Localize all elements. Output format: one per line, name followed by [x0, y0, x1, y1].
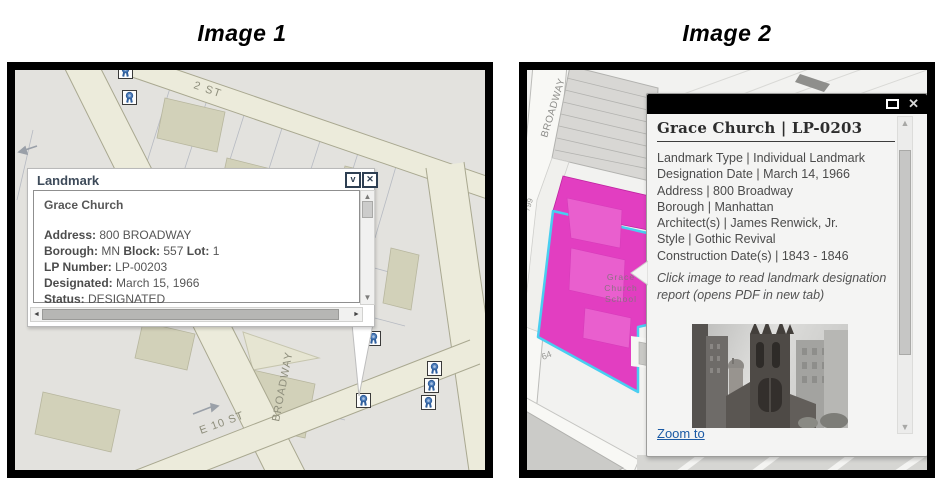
scroll-thumb[interactable]	[42, 309, 339, 320]
field-label: Status:	[44, 292, 85, 306]
field-label: Address:	[44, 228, 97, 242]
popup-titlebar: ✕	[647, 94, 927, 114]
scroll-down-icon[interactable]: ▼	[898, 422, 912, 432]
field-label: LP Number:	[44, 260, 112, 274]
popup-tail	[630, 260, 648, 286]
collapse-icon[interactable]: v	[345, 172, 361, 188]
field-value: 1	[212, 244, 220, 258]
landmark-icon[interactable]	[424, 378, 439, 393]
attribute-row: Address | 800 Broadway	[657, 183, 793, 198]
image1-map-viewport: 2 ST BROADWAY E 10 ST Landmark v ✕ Grace…	[7, 62, 493, 478]
attribute-row: Construction Date(s) | 1843 - 1846	[657, 248, 849, 263]
landmark-icon[interactable]	[427, 361, 442, 376]
popup-title: Landmark	[37, 173, 100, 188]
scroll-up-icon[interactable]: ▲	[898, 118, 912, 128]
svg-text:School: School	[605, 294, 637, 304]
scroll-left-icon[interactable]: ◄	[31, 308, 42, 321]
field-label: Lot:	[186, 244, 210, 258]
close-icon[interactable]: ✕	[362, 172, 378, 188]
field-value: DESIGNATED	[88, 292, 166, 306]
attribute-row: Designation Date | March 14, 1966	[657, 167, 850, 182]
field-label: Designated:	[44, 276, 113, 290]
scroll-thumb[interactable]	[899, 150, 911, 355]
scroll-right-icon[interactable]: ►	[351, 308, 362, 321]
attribute-rows: Landmark Type | Individual Landmark Desi…	[657, 150, 895, 264]
grace-church-popup: ✕ Grace Church | LP-0203 Landmark Type |…	[630, 93, 927, 457]
landmark-icon[interactable]	[421, 395, 436, 410]
zoom-to-link[interactable]: Zoom to	[657, 426, 705, 441]
scroll-down-icon[interactable]: ▼	[361, 293, 374, 303]
vertical-scrollbar[interactable]: ▲ ▼	[897, 116, 913, 434]
popup-tail	[351, 324, 374, 397]
attribute-row: Landmark Type | Individual Landmark	[657, 151, 865, 165]
designation-report-note: Click image to read landmark designation…	[657, 271, 887, 302]
field-designated: Designated: March 15, 1966	[44, 275, 349, 291]
field-value: March 15, 1966	[116, 276, 200, 290]
landmark-name: Grace Church	[44, 198, 124, 212]
image2-map-viewport: BROADWAY 799 64 Grace Church School ✕ Gr…	[519, 62, 935, 478]
field-address: Address: 800 BROADWAY	[44, 227, 349, 243]
gothic-tower	[750, 324, 794, 428]
landmark-icon[interactable]	[122, 90, 137, 105]
field-value: 557	[163, 244, 184, 258]
church-photo[interactable]	[692, 324, 848, 428]
field-borough-block-lot: Borough: MN Block: 557 Lot: 1	[44, 243, 349, 259]
image2-title: Image 2	[682, 20, 772, 46]
field-label: Block:	[123, 244, 161, 258]
field-value: MN	[101, 244, 120, 258]
image1-title: Image 1	[197, 20, 287, 46]
attribute-row: Architect(s) | James Renwick, Jr.	[657, 216, 839, 231]
horizontal-scrollbar[interactable]: ◄ ►	[30, 307, 363, 322]
scroll-thumb[interactable]	[362, 201, 373, 218]
popup-title: Grace Church | LP-0203	[657, 119, 863, 137]
field-status: Status: DESIGNATED	[44, 291, 349, 307]
field-lp-number: LP Number: LP-00203	[44, 259, 349, 275]
field-value: LP-00203	[115, 260, 168, 274]
popup-content: Grace Church Address: 800 BROADWAY Borou…	[33, 190, 360, 306]
field-value: 800 BROADWAY	[99, 228, 192, 242]
landmark-icon[interactable]	[118, 70, 133, 79]
maximize-icon[interactable]	[886, 99, 899, 109]
close-icon[interactable]: ✕	[908, 96, 919, 112]
attribute-row: Borough | Manhattan	[657, 199, 774, 214]
title-divider	[657, 141, 895, 142]
vertical-scrollbar[interactable]: ▲ ▼	[360, 190, 375, 305]
attribute-row: Style | Gothic Revival	[657, 232, 776, 247]
field-label: Borough:	[44, 244, 98, 258]
landmark-popup: Landmark v ✕ Grace Church Address: 800 B…	[27, 168, 378, 327]
